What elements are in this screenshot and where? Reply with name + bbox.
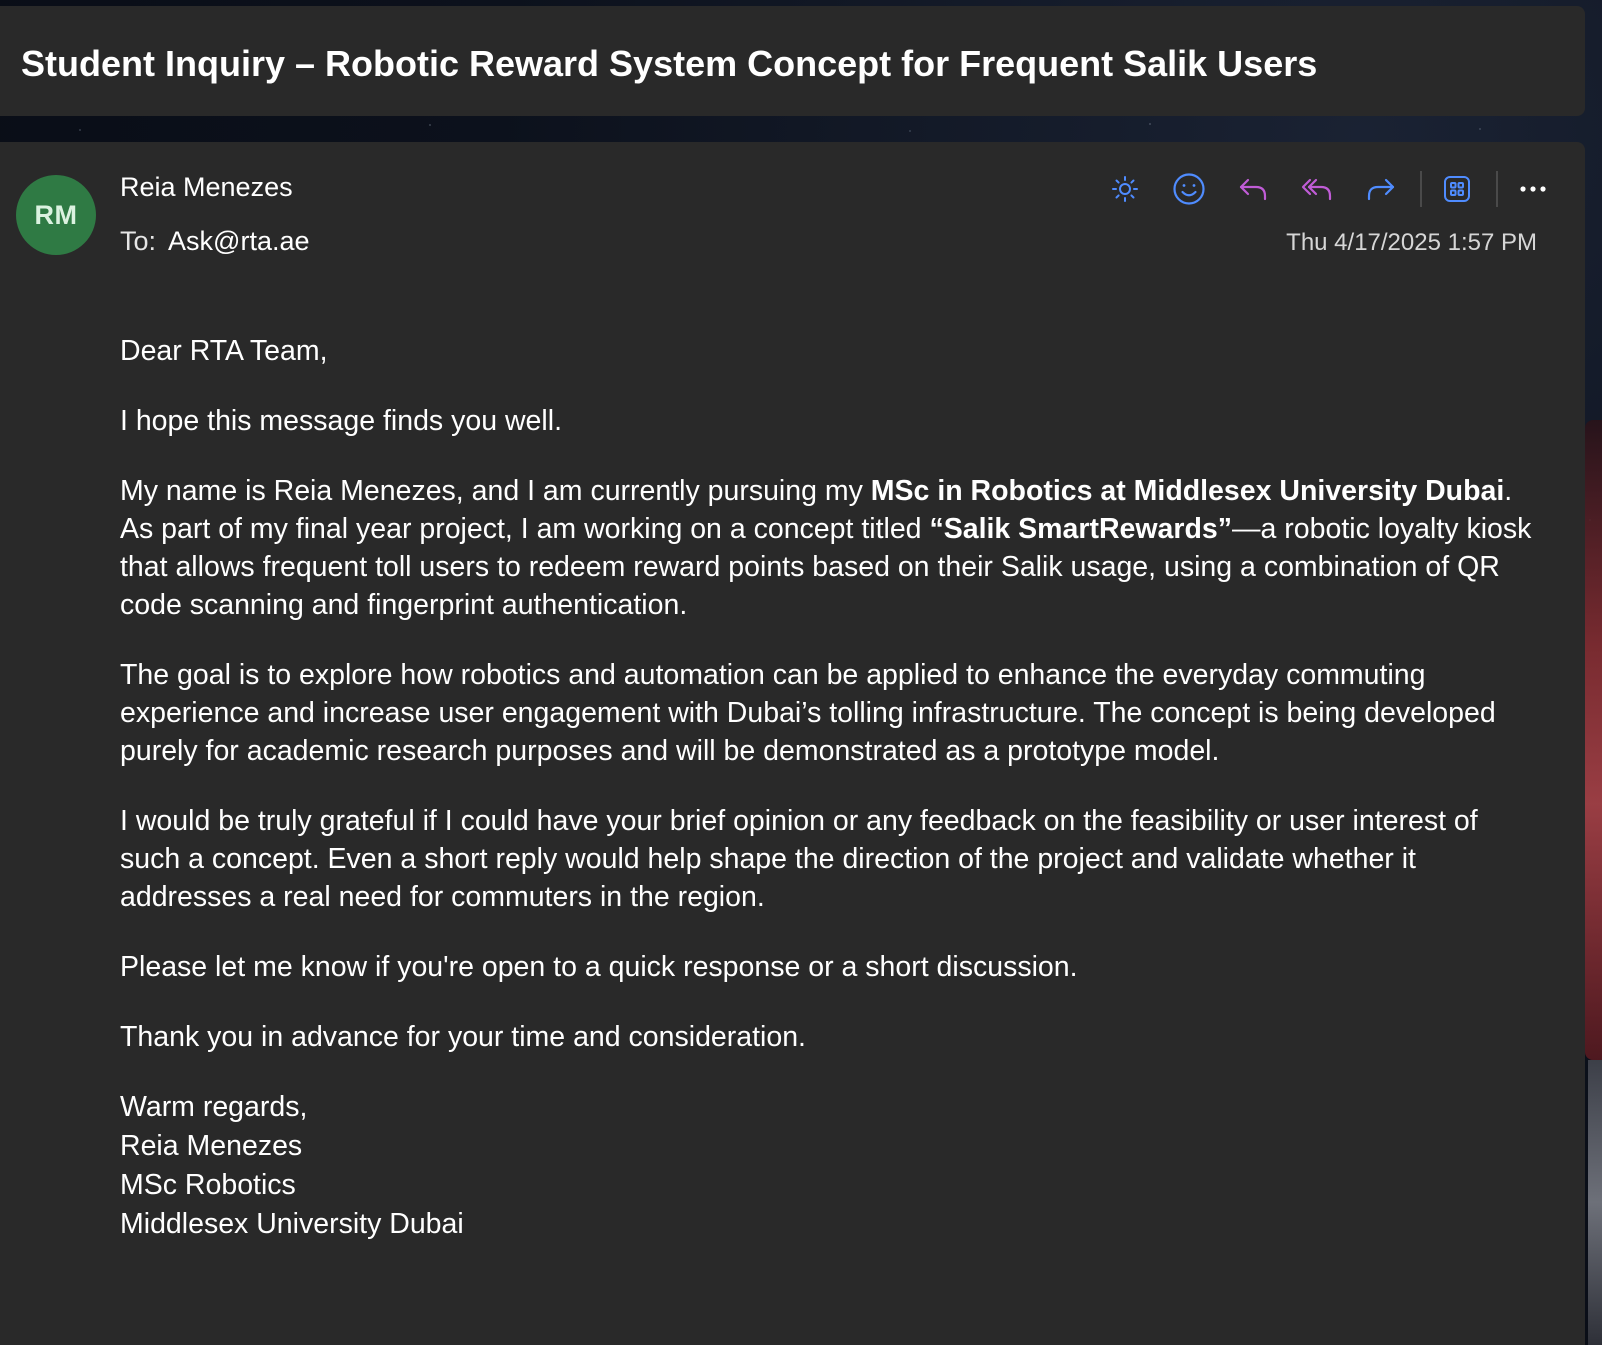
reply-all-icon: [1301, 178, 1332, 201]
body-paragraph: I would be truly grateful if I could hav…: [120, 805, 1478, 913]
body-paragraph: I hope this message finds you well.: [120, 405, 562, 437]
email-subject: Student Inquiry – Robotic Reward System …: [21, 43, 1318, 84]
forward-button[interactable]: [1356, 166, 1406, 212]
reply-icon: [1239, 178, 1267, 201]
sent-timestamp: Thu 4/17/2025 1:57 PM: [1286, 229, 1537, 256]
greeting: Dear RTA Team,: [120, 335, 328, 367]
message-actions-toolbar: [1100, 166, 1572, 212]
background-window-edge-lower: [1588, 1060, 1602, 1345]
avatar[interactable]: RM: [16, 175, 96, 255]
body-bold-text: MSc in Robotics at Middlesex University …: [870, 475, 1505, 507]
recipient-line: To: Ask@rta.ae: [120, 226, 310, 257]
signature-name: Reia Menezes: [120, 1130, 303, 1162]
body-bold-text: “Salik SmartRewards”: [929, 513, 1233, 545]
toolbar-divider: [1496, 171, 1498, 207]
react-button[interactable]: [1164, 166, 1214, 212]
apps-button[interactable]: [1432, 166, 1482, 212]
body-paragraph: My name is Reia Menezes, and I am curren…: [120, 472, 1540, 624]
signature-university: Middlesex University Dubai: [120, 1208, 464, 1240]
toolbar-divider: [1420, 171, 1422, 207]
reply-all-button[interactable]: [1292, 166, 1342, 212]
message-pane: RM Reia Menezes To: Ask@rta.ae Thu 4/17/…: [0, 142, 1585, 1345]
forward-icon: [1367, 178, 1395, 201]
recipient-address[interactable]: Ask@rta.ae: [168, 226, 309, 256]
body-paragraph: Please let me know if you're open to a q…: [120, 951, 1078, 983]
signature-closing: Warm regards,: [120, 1091, 308, 1123]
subject-bar: Student Inquiry – Robotic Reward System …: [0, 6, 1585, 116]
smiley-icon: [1173, 173, 1205, 205]
signature: Warm regards, Reia Menezes MSc Robotics …: [120, 1088, 1540, 1244]
message-body: Dear RTA Team, I hope this message finds…: [120, 332, 1540, 1276]
sun-icon: [1112, 176, 1138, 202]
reply-button[interactable]: [1228, 166, 1278, 212]
more-options-button[interactable]: [1508, 166, 1558, 212]
to-label: To:: [120, 226, 157, 256]
apps-grid-icon: [1444, 176, 1470, 202]
signature-program: MSc Robotics: [120, 1169, 296, 1201]
body-paragraph: Thank you in advance for your time and c…: [120, 1021, 806, 1053]
body-text: My name is Reia Menezes, and I am curren…: [120, 475, 871, 507]
body-paragraph: The goal is to explore how robotics and …: [120, 659, 1496, 767]
background-window-edge: [1585, 420, 1602, 1060]
summarize-button[interactable]: [1100, 166, 1150, 212]
more-icon: [1520, 186, 1546, 192]
sender-name[interactable]: Reia Menezes: [120, 172, 293, 203]
